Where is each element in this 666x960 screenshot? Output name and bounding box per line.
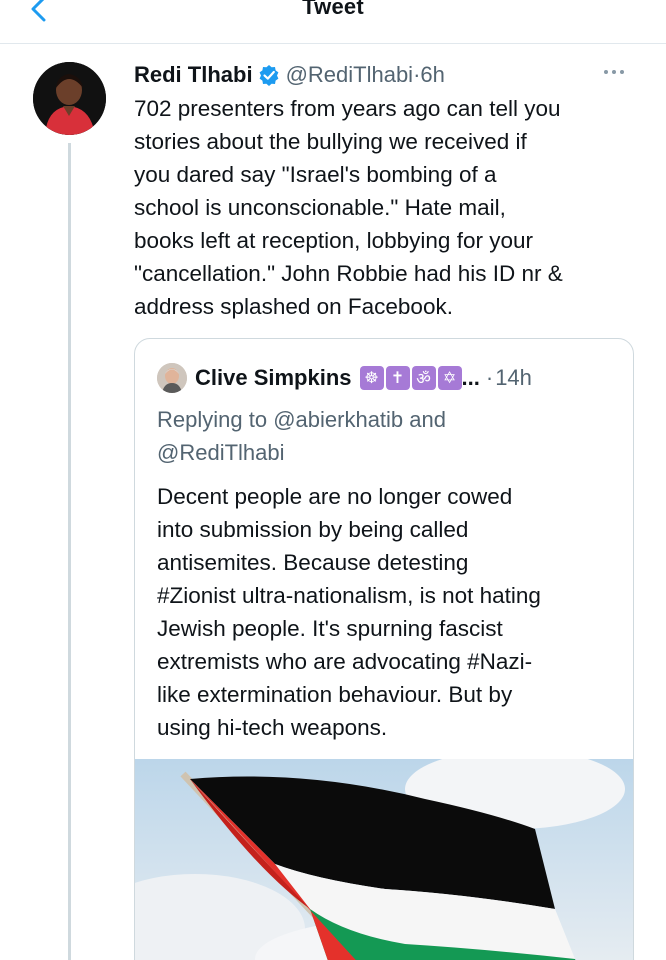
quoted-author-name: Clive Simpkins xyxy=(195,365,352,390)
tweet-text: 702 presenters from years ago can tell y… xyxy=(134,92,644,323)
quoted-line: antisemites. Because detesting xyxy=(157,550,469,575)
tweet-time[interactable]: 6h xyxy=(420,62,444,88)
quoted-time: 14h xyxy=(495,365,532,390)
tweet-header: Redi Tlhabi @RediTlhabi · 6h xyxy=(134,60,445,90)
replying-and: and xyxy=(409,407,447,432)
palestinian-flag-image[interactable] xyxy=(135,759,634,960)
quoted-line: like extermination behaviour. But by xyxy=(157,682,513,707)
latin-cross-icon: ✝ xyxy=(385,366,410,390)
quoted-line: into submission by being called xyxy=(157,517,469,542)
dharma-wheel-icon: ☸ xyxy=(359,366,384,390)
quoted-line: extremists who are advocating #Nazi- xyxy=(157,649,533,674)
tweet-line: 702 presenters from years ago can tell y… xyxy=(134,96,561,121)
tweet-line: "cancellation." John Robbie had his ID n… xyxy=(134,261,563,286)
top-bar: Tweet xyxy=(0,0,666,44)
separator-dot: · xyxy=(413,62,421,87)
quoted-line: Decent people are no longer cowed xyxy=(157,484,513,509)
tweet-line: school is unconscionable." Hate mail, xyxy=(134,195,506,220)
name-ellipsis: ... xyxy=(461,365,480,390)
replying-to: Replying to @abierkhatib and @RediTlhabi xyxy=(157,403,617,469)
tweet-line: address splashed on Facebook. xyxy=(134,294,453,319)
quoted-line: #Zionist ultra-nationalism, is not hatin… xyxy=(157,583,541,608)
mention-link[interactable]: @RediTlhabi xyxy=(157,440,285,465)
quoted-line: Jewish people. It's spurning fascist xyxy=(157,616,503,641)
verified-badge-icon xyxy=(259,65,278,86)
avatar[interactable] xyxy=(33,62,106,135)
mention-link[interactable]: @abierkhatib xyxy=(273,407,403,432)
author-name[interactable]: Redi Tlhabi xyxy=(134,62,253,88)
thread-line xyxy=(68,143,71,960)
quoted-avatar xyxy=(157,363,187,393)
quoted-tweet-header: Clive Simpkins ☸ ✝ ॐ ✡ ... · 14h xyxy=(157,363,532,393)
tweet-line: books left at reception, lobbying for yo… xyxy=(134,228,533,253)
tweet-line: stories about the bullying we received i… xyxy=(134,129,527,154)
star-of-david-icon: ✡ xyxy=(437,366,462,390)
quoted-tweet-text: Decent people are no longer cowed into s… xyxy=(157,480,627,744)
quoted-line: using hi-tech weapons. xyxy=(157,715,388,740)
more-dots-icon[interactable] xyxy=(604,64,630,80)
tweet-line: you dared say "Israel's bombing of a xyxy=(134,162,497,187)
separator-dot: · xyxy=(485,365,494,390)
replying-to-label: Replying to xyxy=(157,407,268,432)
om-icon: ॐ xyxy=(411,366,436,390)
author-handle[interactable]: @RediTlhabi xyxy=(286,62,414,88)
quoted-tweet-card[interactable]: Clive Simpkins ☸ ✝ ॐ ✡ ... · 14h Replyin… xyxy=(134,338,634,960)
page-title: Tweet xyxy=(302,0,364,19)
